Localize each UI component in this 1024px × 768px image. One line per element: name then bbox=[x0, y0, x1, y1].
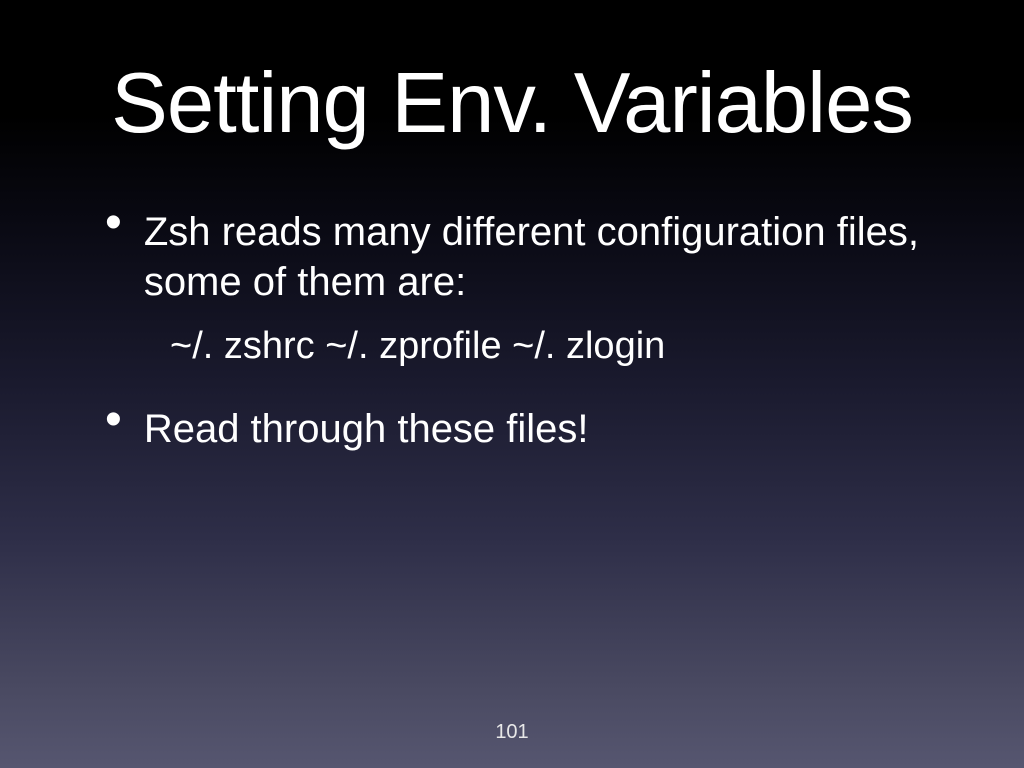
slide-title: Setting Env. Variables bbox=[50, 55, 974, 153]
config-file-list: ~/. zshrc ~/. zprofile ~/. zlogin bbox=[170, 325, 934, 368]
bullet-text-1: Zsh reads many different configuration f… bbox=[144, 203, 934, 307]
bullet-icon: • bbox=[105, 400, 122, 441]
bullet-item-2: • Read through these files! bbox=[105, 400, 934, 454]
bullet-icon: • bbox=[105, 203, 122, 244]
page-number: 101 bbox=[495, 721, 528, 744]
bullet-text-2: Read through these files! bbox=[144, 400, 589, 454]
slide-container: Setting Env. Variables • Zsh reads many … bbox=[0, 0, 1024, 768]
bullet-item-1: • Zsh reads many different configuration… bbox=[105, 203, 934, 307]
slide-content: • Zsh reads many different configuration… bbox=[50, 203, 974, 748]
